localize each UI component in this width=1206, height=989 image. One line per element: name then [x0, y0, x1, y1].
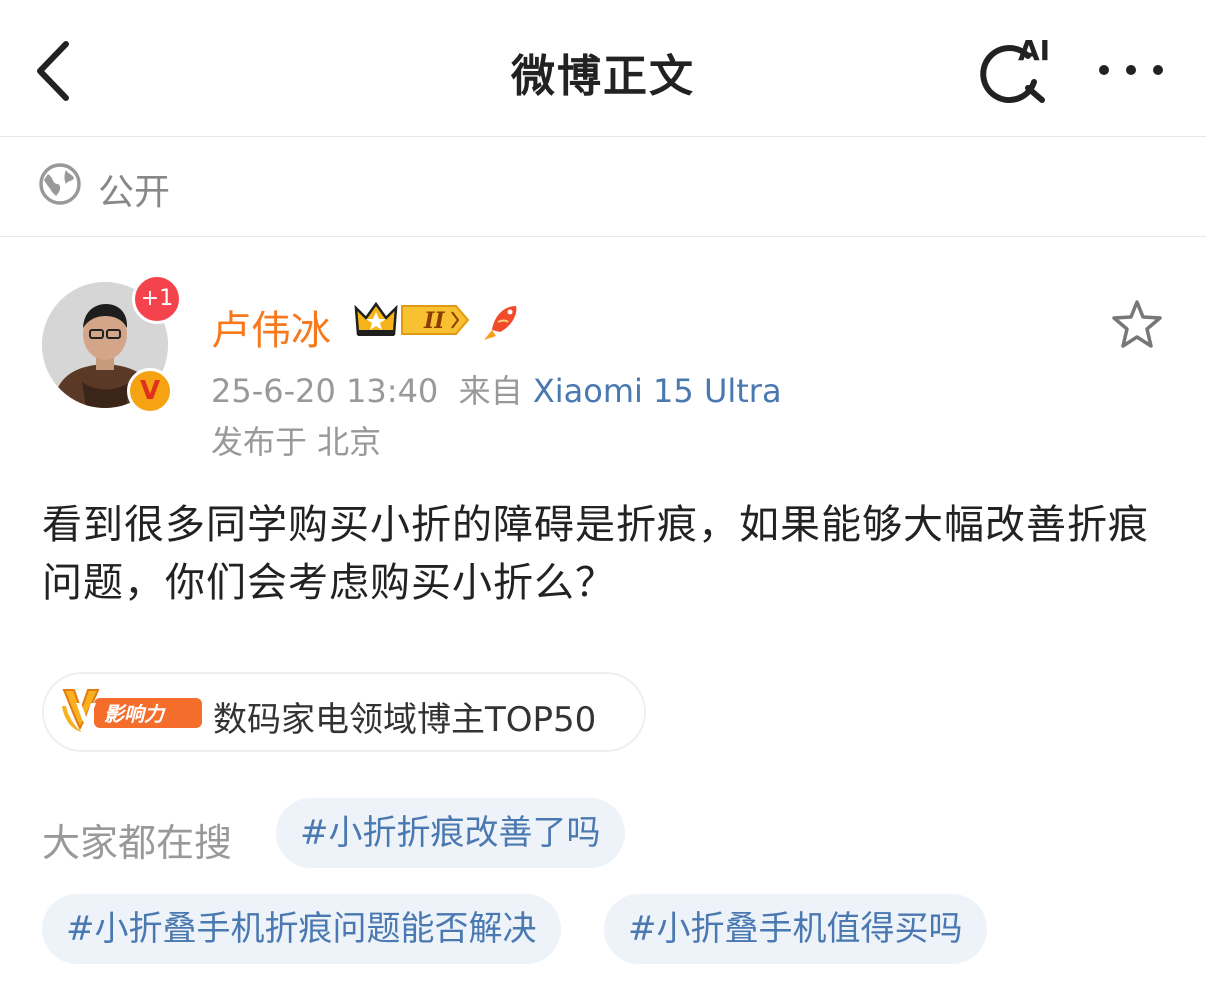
ai-search-button[interactable]: AI [978, 34, 1058, 106]
influence-badge-letter: V [76, 699, 96, 729]
crown-level-text: II [423, 308, 445, 334]
ai-badge-label: AI [1018, 34, 1051, 67]
device-link[interactable]: Xiaomi 15 Ultra [533, 372, 782, 410]
crown-level-icon: II [354, 301, 470, 336]
influence-badge-icon: V 影响力 [62, 689, 202, 732]
globe-icon [39, 163, 81, 205]
more-dots-icon [1099, 65, 1163, 75]
follow-plus-badge[interactable]: +1 [132, 274, 182, 324]
hot-search-chip[interactable]: #小折叠手机值得买吗 [604, 894, 987, 964]
post-meta: 25-6-20 13:40 来自 Xiaomi 15 Ultra [211, 366, 782, 412]
author-name[interactable]: 卢伟冰 [211, 298, 331, 356]
hot-search-chip[interactable]: #小折叠手机折痕问题能否解决 [42, 894, 561, 964]
post-location: 发布于 北京 [211, 423, 382, 461]
favorite-button[interactable] [1110, 298, 1164, 350]
influence-badge-text: 影响力 [104, 702, 166, 726]
star-icon [1112, 300, 1162, 348]
more-options-button[interactable] [1094, 50, 1168, 90]
source-prefix: 来自 [458, 372, 523, 410]
visibility-label: 公开 [98, 172, 171, 213]
post-timestamp: 25-6-20 13:40 [211, 372, 439, 410]
influence-label: 数码家电领域博主TOP50 [213, 700, 597, 740]
koi-fish-icon [484, 306, 517, 340]
post-text: 看到很多同学购买小折的障碍是折痕，如果能够大幅改善折痕问题，你们会考虑购买小折么… [42, 502, 1149, 606]
hot-search-label: 大家都在搜 [42, 821, 233, 865]
verified-badge: V [127, 368, 173, 414]
visibility-row [0, 137, 1206, 237]
hot-search-chip[interactable]: #小折折痕改善了吗 [276, 798, 625, 868]
